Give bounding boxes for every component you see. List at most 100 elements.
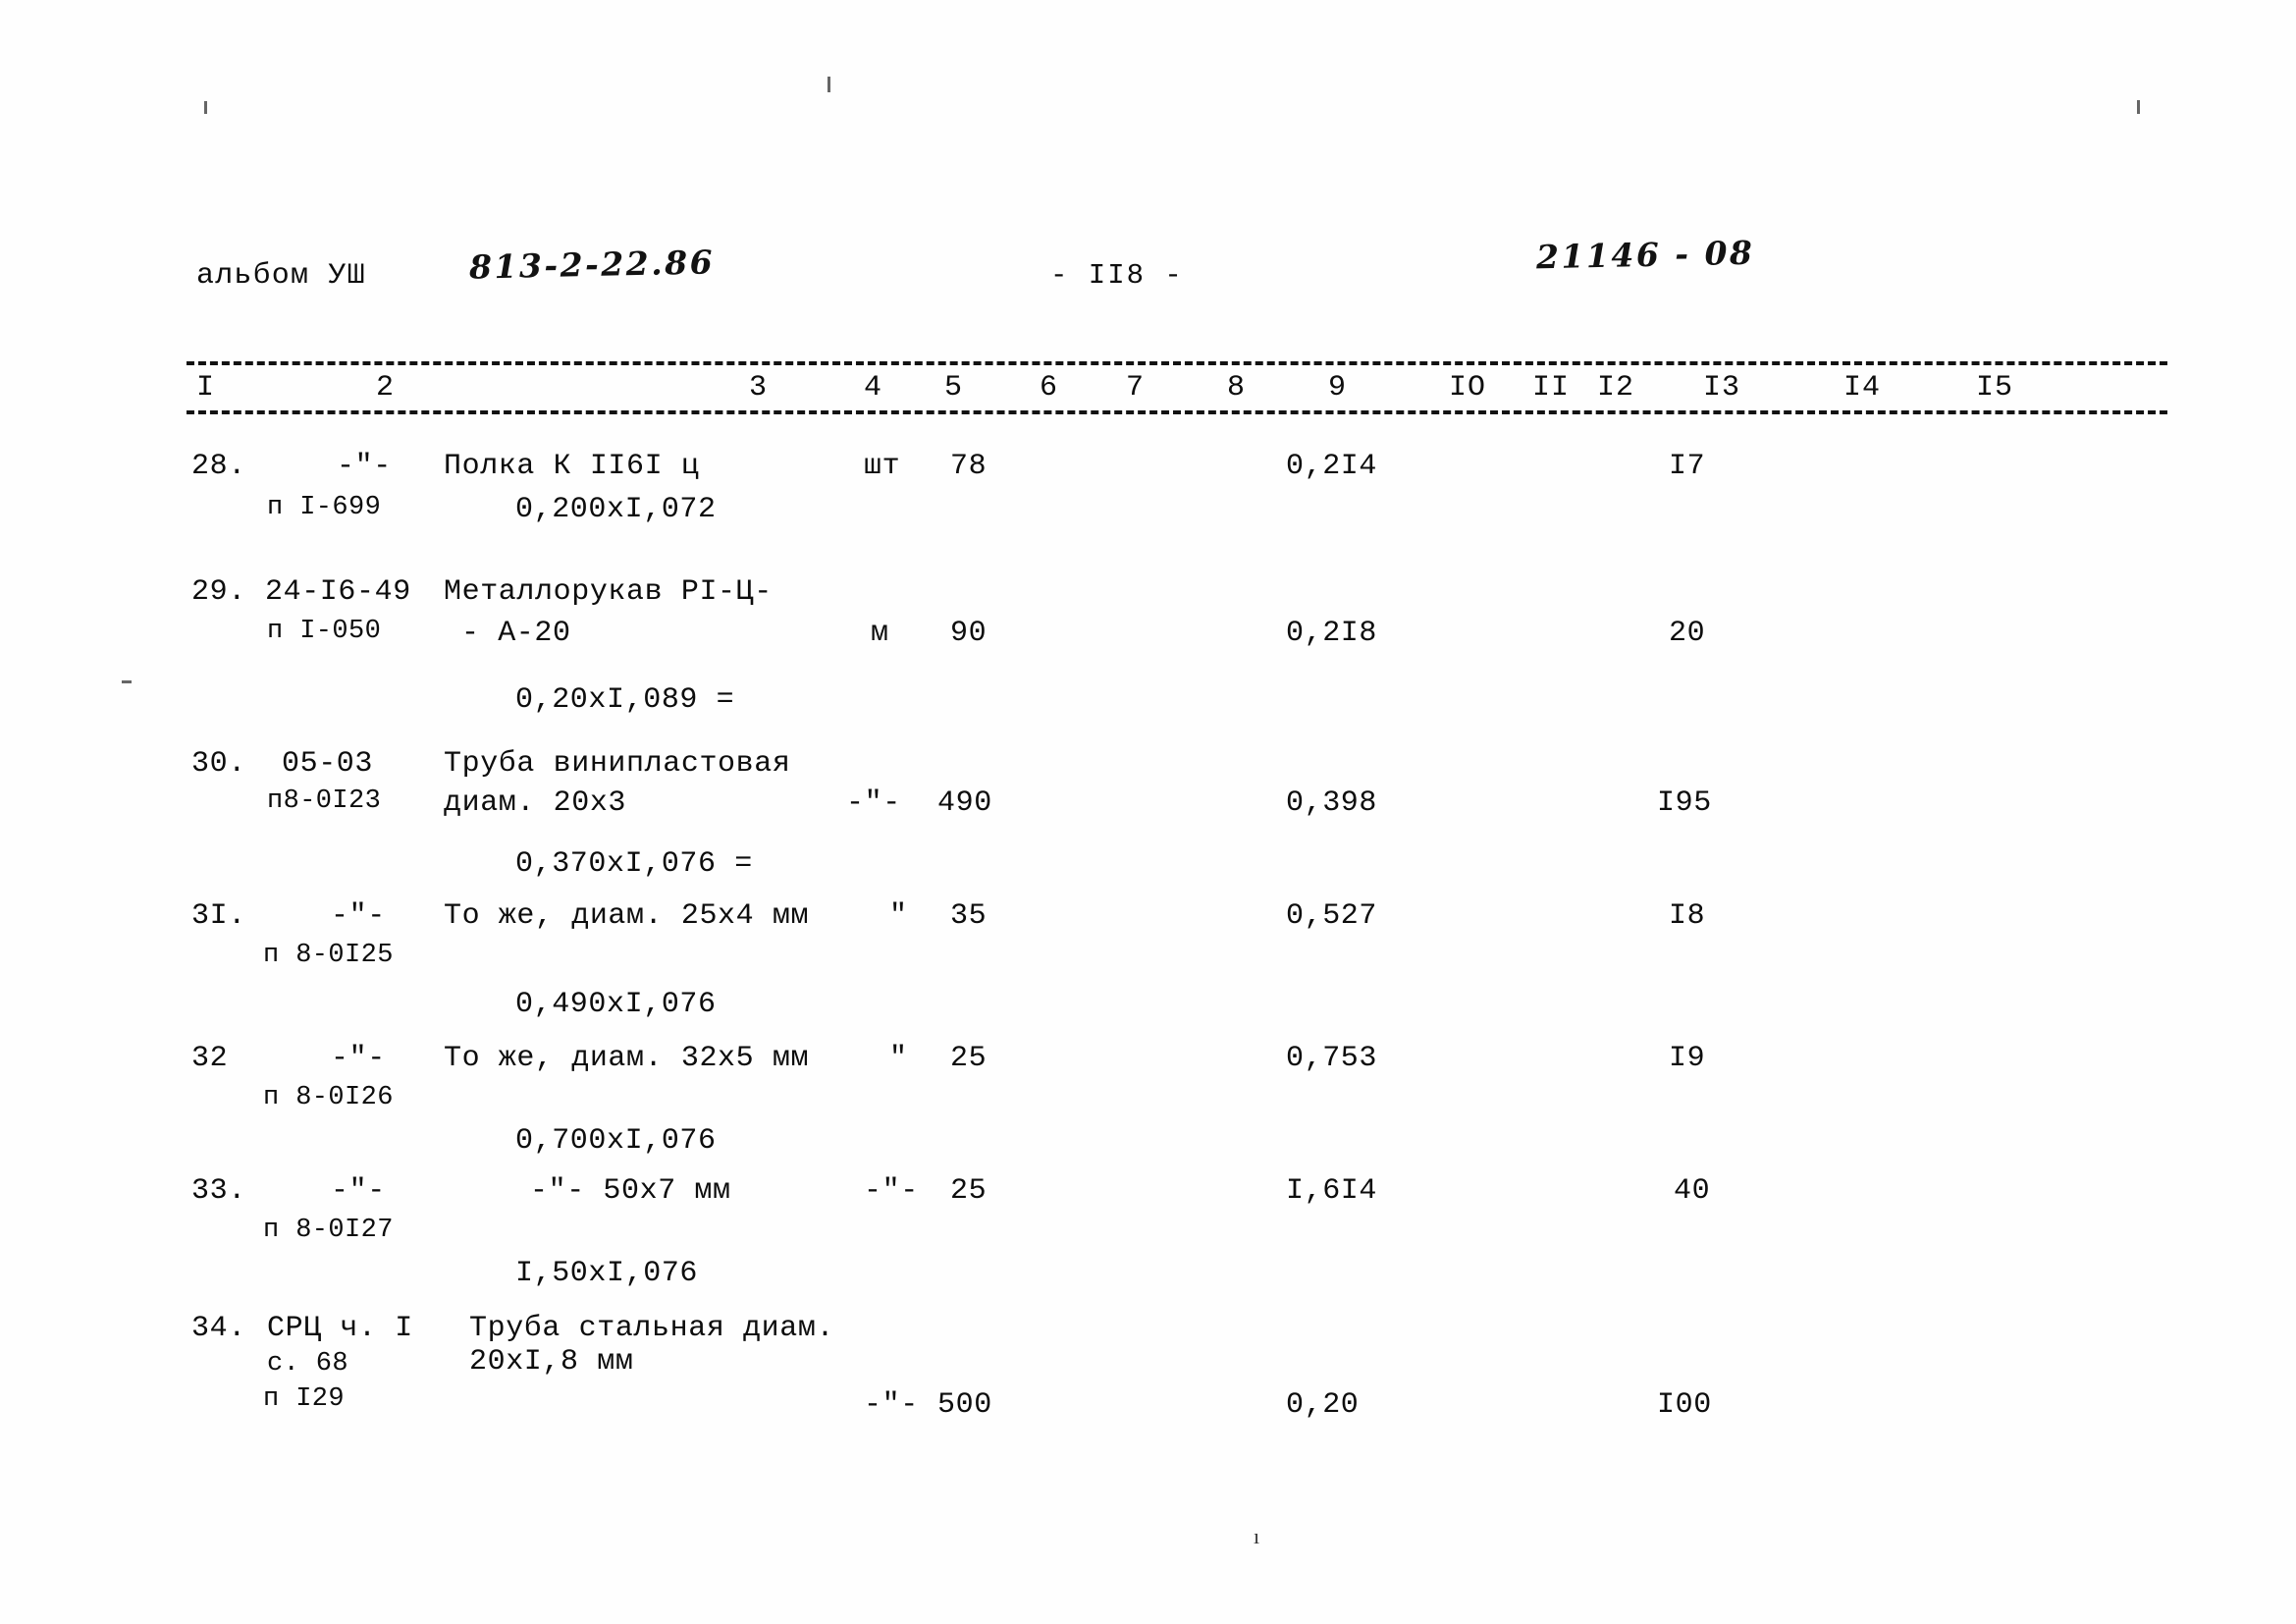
row-number: 3I. — [191, 899, 246, 933]
scan-speck — [2137, 100, 2140, 114]
document-page: альбом УШ 813-2-22.86 - II8 - 21146 - 08… — [0, 0, 2296, 1624]
row-code-line2: п8-0I23 — [267, 786, 382, 816]
row-number: 28. — [191, 450, 246, 483]
row-code-line1: -"- — [331, 1174, 386, 1208]
scan-speck — [828, 77, 830, 92]
table-row: 28. -"- п I-699 Полка К II6I ц 0,200xI,0… — [0, 440, 2296, 568]
album-code: 813-2-22.86 — [468, 243, 716, 287]
table-row: 3I. -"- п 8-0I25 То же, диам. 25x4 мм 0,… — [0, 892, 2296, 1034]
row-code-line1: -"- — [331, 1042, 386, 1075]
row-code-line2: п I-050 — [267, 617, 382, 646]
row-code-line1: -"- — [331, 899, 386, 933]
row-name-line2: I,50xI,076 — [515, 1257, 699, 1290]
footer-mark: ı — [1254, 1524, 1260, 1548]
row-code-line2: п I-699 — [267, 493, 382, 522]
row-col9: 0,398 — [1286, 786, 1378, 820]
row-unit: -"- — [864, 1388, 919, 1422]
row-name-line1: Труба стальная диам. — [469, 1312, 835, 1345]
row-code-line2: п 8-0I25 — [263, 941, 394, 970]
row-code-line1: 24-I6-49 — [265, 575, 411, 609]
column-number-11: II — [1532, 371, 1571, 405]
row-name-line1: Полка К II6I ц — [444, 450, 700, 483]
row-name-line1: Труба винипластовая — [444, 747, 791, 781]
row-col13: I95 — [1657, 786, 1712, 820]
row-code-line1: СРЦ ч. I — [267, 1312, 413, 1345]
column-number-15: I5 — [1976, 371, 2014, 405]
table-body: 28. -"- п I-699 Полка К II6I ц 0,200xI,0… — [0, 440, 2296, 1461]
row-name-line1: То же, диам. 25x4 мм — [444, 899, 810, 933]
row-quantity: 500 — [937, 1388, 992, 1422]
column-number-3: 3 — [749, 371, 769, 405]
row-number: 32 — [191, 1042, 229, 1075]
row-name-line2: 20xI,8 мм — [469, 1345, 634, 1379]
row-number: 29. — [191, 575, 246, 609]
row-col13: 40 — [1674, 1174, 1711, 1208]
row-col13: I8 — [1669, 899, 1706, 933]
column-number-14: I4 — [1843, 371, 1882, 405]
table-rule-top — [187, 361, 2167, 365]
table-column-header: I 2 3 4 5 6 7 8 9 IO II I2 I3 I4 I5 — [0, 371, 2296, 412]
column-number-9: 9 — [1328, 371, 1348, 405]
row-unit: " — [889, 1042, 908, 1075]
row-quantity: 25 — [950, 1042, 988, 1075]
row-col9: 0,2I4 — [1286, 450, 1378, 483]
row-code-line1: 05-03 — [282, 747, 374, 781]
row-unit: -"- — [864, 1174, 919, 1208]
row-col9: 0,20 — [1286, 1388, 1360, 1422]
row-number: 34. — [191, 1312, 246, 1345]
row-col13: 20 — [1669, 617, 1706, 650]
row-quantity: 35 — [950, 899, 988, 933]
row-number: 33. — [191, 1174, 246, 1208]
row-name-line2: 0,700xI,076 — [515, 1124, 717, 1158]
page-number: - II8 - — [1050, 259, 1184, 292]
row-name-line3: 0,370xI,076 = — [515, 847, 753, 881]
row-quantity: 25 — [950, 1174, 988, 1208]
row-code-line3: п I29 — [263, 1384, 346, 1414]
row-name-line1: То же, диам. 32x5 мм — [444, 1042, 810, 1075]
column-number-5: 5 — [944, 371, 964, 405]
row-code-line2: с. 68 — [267, 1349, 349, 1379]
row-code-line2: п 8-0I27 — [263, 1216, 394, 1245]
row-name-line3: 0,20xI,089 = — [515, 683, 735, 717]
row-name-line1: -"- 50x7 мм — [530, 1174, 731, 1208]
column-number-6: 6 — [1040, 371, 1059, 405]
column-number-4: 4 — [864, 371, 883, 405]
table-row: 30. 05-03 п8-0I23 Труба винипластовая ди… — [0, 739, 2296, 892]
row-col9: I,6I4 — [1286, 1174, 1378, 1208]
row-name-line1: Металлорукав РI-Ц- — [444, 575, 773, 609]
row-code-line1: -"- — [337, 450, 392, 483]
row-col9: 0,527 — [1286, 899, 1378, 933]
row-name-line2: диам. 20x3 — [444, 786, 627, 820]
row-col13: I7 — [1669, 450, 1706, 483]
row-code-line2: п 8-0I26 — [263, 1083, 394, 1112]
column-number-1: I — [196, 371, 216, 405]
column-number-12: I2 — [1597, 371, 1635, 405]
table-row: 29. 24-I6-49 п I-050 Металлорукав РI-Ц- … — [0, 568, 2296, 739]
document-code: 21146 - 08 — [1535, 233, 1755, 277]
row-name-line2: - А-20 — [461, 617, 571, 650]
album-label: альбом УШ — [196, 259, 366, 293]
column-number-2: 2 — [376, 371, 396, 405]
table-row: 32 -"- п 8-0I26 То же, диам. 32x5 мм 0,7… — [0, 1034, 2296, 1166]
row-name-line2: 0,490xI,076 — [515, 988, 717, 1021]
row-unit: " — [889, 899, 908, 933]
row-unit: шт — [864, 450, 901, 483]
row-unit: м — [871, 617, 889, 650]
table-row: 34. СРЦ ч. I с. 68 п I29 Труба стальная … — [0, 1304, 2296, 1461]
row-quantity: 90 — [950, 617, 988, 650]
scan-speck — [204, 101, 207, 114]
row-unit: -"- — [846, 786, 901, 820]
table-row: 33. -"- п 8-0I27 -"- 50x7 мм I,50xI,076 … — [0, 1166, 2296, 1304]
row-col9: 0,2I8 — [1286, 617, 1378, 650]
row-name-line2: 0,200xI,072 — [515, 493, 717, 526]
row-number: 30. — [191, 747, 246, 781]
row-quantity: 490 — [937, 786, 992, 820]
row-col13: I9 — [1669, 1042, 1706, 1075]
column-number-10: IO — [1449, 371, 1487, 405]
row-quantity: 78 — [950, 450, 988, 483]
column-number-8: 8 — [1227, 371, 1247, 405]
column-number-7: 7 — [1126, 371, 1146, 405]
row-col13: I00 — [1657, 1388, 1712, 1422]
page-header: альбом УШ 813-2-22.86 - II8 - 21146 - 08 — [0, 234, 2296, 306]
column-number-13: I3 — [1703, 371, 1741, 405]
